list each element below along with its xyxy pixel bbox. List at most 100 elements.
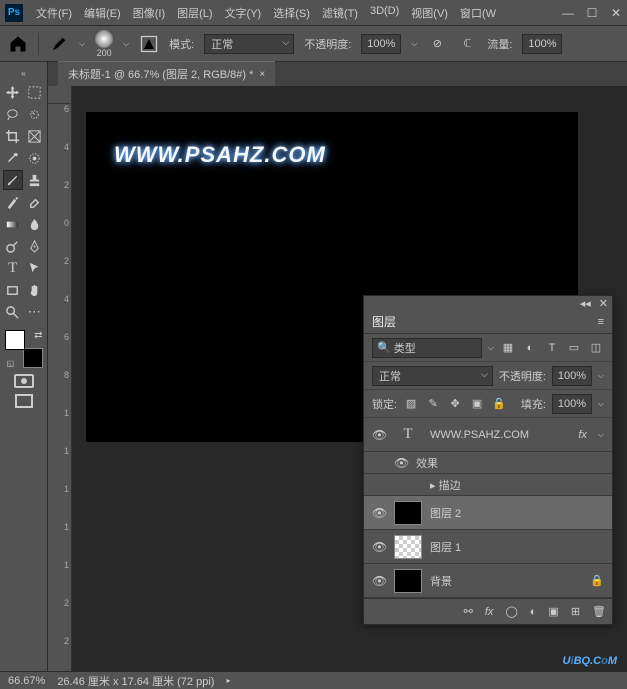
menu-image[interactable]: 图像(I)	[128, 2, 170, 24]
crop-tool[interactable]	[3, 126, 23, 146]
pen-tool[interactable]	[25, 236, 45, 256]
menu-filter[interactable]: 滤镜(T)	[317, 2, 363, 24]
zoom-level[interactable]: 66.67%	[8, 675, 45, 687]
home-icon[interactable]	[8, 34, 28, 54]
layer-mask-icon[interactable]: ◯	[505, 605, 517, 618]
gradient-tool[interactable]	[3, 214, 23, 234]
foreground-color[interactable]	[5, 330, 25, 350]
filter-type-icon[interactable]: T	[544, 341, 560, 355]
path-select-tool[interactable]	[25, 258, 45, 278]
screen-mode-toggle[interactable]	[15, 394, 33, 408]
blend-opacity-row: 正常 不透明度: 100% ⌵	[364, 362, 612, 390]
menu-select[interactable]: 选择(S)	[268, 2, 315, 24]
color-swatches[interactable]: ⇄ ◱	[5, 330, 43, 368]
flow-value[interactable]: 100%	[522, 34, 562, 54]
panel-menu-icon[interactable]: ≡	[598, 316, 604, 328]
marquee-tool[interactable]	[25, 82, 45, 102]
filter-shape-icon[interactable]: ▭	[566, 341, 582, 355]
default-colors-icon[interactable]: ◱	[7, 359, 15, 368]
frame-tool[interactable]	[25, 126, 45, 146]
menu-file[interactable]: 文件(F)	[31, 2, 77, 24]
maximize-button[interactable]: ☐	[586, 7, 598, 19]
toolbox-collapse[interactable]: «	[3, 68, 44, 78]
lock-pixels-icon[interactable]: ✎	[425, 397, 441, 411]
history-brush-tool[interactable]	[3, 192, 23, 212]
panel-close-icon[interactable]: ✕	[599, 297, 608, 310]
quick-select-tool[interactable]	[25, 104, 45, 124]
visibility-toggle[interactable]: 👁	[372, 506, 386, 520]
eyedropper-tool[interactable]	[3, 148, 23, 168]
visibility-toggle[interactable]: 👁	[372, 574, 386, 588]
pressure-opacity-icon[interactable]: ⊘	[427, 34, 447, 54]
tab-close-icon[interactable]: ×	[259, 69, 265, 80]
brush-settings-icon[interactable]	[139, 34, 159, 54]
quick-mask-toggle[interactable]	[14, 374, 34, 388]
swap-colors-icon[interactable]: ⇄	[34, 330, 42, 341]
move-tool[interactable]	[3, 82, 23, 102]
menu-edit[interactable]: 编辑(E)	[79, 2, 126, 24]
layer-filter-type[interactable]: 🔍类型	[372, 338, 482, 358]
layer-effect[interactable]: 👁效果	[364, 452, 612, 474]
group-layers-icon[interactable]: ▣	[548, 605, 558, 618]
lasso-tool[interactable]	[3, 104, 23, 124]
opacity-value[interactable]: 100%	[361, 34, 401, 54]
adjustment-layer-icon[interactable]: ◐	[530, 606, 537, 618]
blur-tool[interactable]	[25, 214, 45, 234]
brush-tool[interactable]	[3, 170, 23, 190]
delete-layer-icon[interactable]: 🗑	[592, 605, 606, 618]
menu-type[interactable]: 文字(Y)	[220, 2, 267, 24]
layer-thumbnail[interactable]	[394, 501, 422, 525]
link-layers-icon[interactable]: ⚯	[464, 605, 473, 618]
document-tab[interactable]: 未标题-1 @ 66.7% (图层 2, RGB/8#) * ×	[58, 61, 275, 86]
filter-smart-icon[interactable]: ◫	[588, 341, 604, 355]
layer-thumbnail[interactable]	[394, 569, 422, 593]
visibility-toggle[interactable]: 👁	[394, 456, 408, 470]
menu-layer[interactable]: 图层(L)	[172, 2, 217, 24]
visibility-toggle[interactable]: 👁	[372, 428, 386, 442]
zoom-tool[interactable]	[3, 302, 23, 322]
lock-artboard-icon[interactable]: ▣	[469, 397, 485, 411]
menu-window[interactable]: 窗口(W	[455, 2, 501, 24]
brush-tool-icon[interactable]	[49, 34, 69, 54]
blend-mode-dropdown[interactable]: 正常	[204, 34, 294, 54]
title-bar: Ps 文件(F) 编辑(E) 图像(I) 图层(L) 文字(Y) 选择(S) 滤…	[0, 0, 627, 26]
brush-preview[interactable]: 200	[95, 30, 113, 58]
layer-opacity-value[interactable]: 100%	[552, 366, 592, 386]
layer-blend-mode[interactable]: 正常	[372, 366, 493, 386]
menu-3d[interactable]: 3D(D)	[365, 2, 404, 24]
vertical-ruler[interactable]: 642024681111122	[48, 104, 72, 671]
layers-tab[interactable]: 图层	[372, 313, 396, 330]
main-menu: 文件(F) 编辑(E) 图像(I) 图层(L) 文字(Y) 选择(S) 滤镜(T…	[31, 2, 562, 24]
lock-all-icon[interactable]: 🔒	[491, 397, 507, 411]
close-button[interactable]: ✕	[610, 7, 622, 19]
spot-heal-tool[interactable]	[25, 148, 45, 168]
visibility-toggle[interactable]: 👁	[372, 540, 386, 554]
layer-item[interactable]: 👁TWWW.PSAHZ.COMfx⌵	[364, 418, 612, 452]
layer-item[interactable]: 👁背景🔒	[364, 564, 612, 598]
eraser-tool[interactable]	[25, 192, 45, 212]
dodge-tool[interactable]	[3, 236, 23, 256]
minimize-button[interactable]: —	[562, 7, 574, 19]
new-layer-icon[interactable]: ⊞	[571, 605, 580, 618]
background-color[interactable]	[23, 348, 43, 368]
type-tool[interactable]: T	[3, 258, 23, 278]
menu-view[interactable]: 视图(V)	[406, 2, 453, 24]
airbrush-icon[interactable]: ℂ	[457, 34, 477, 54]
layer-fx-icon[interactable]: fx	[485, 606, 494, 618]
rectangle-tool[interactable]	[3, 280, 23, 300]
filter-pixel-icon[interactable]: ▦	[500, 341, 516, 355]
layer-effect[interactable]: ▸ 描边	[364, 474, 612, 496]
layer-item[interactable]: 👁图层 2	[364, 496, 612, 530]
lock-transparent-icon[interactable]: ▨	[403, 397, 419, 411]
panel-collapse-icon[interactable]: ◂◂	[580, 297, 591, 310]
layer-fill-value[interactable]: 100%	[552, 394, 592, 414]
extra-tool[interactable]: ⋯	[25, 302, 45, 322]
stamp-tool[interactable]	[25, 170, 44, 190]
lock-position-icon[interactable]: ✥	[447, 397, 463, 411]
ruler-origin[interactable]	[48, 86, 72, 104]
document-info[interactable]: 26.46 厘米 x 17.64 厘米 (72 ppi)	[57, 673, 214, 689]
layer-item[interactable]: 👁图层 1	[364, 530, 612, 564]
hand-tool[interactable]	[25, 280, 45, 300]
layer-thumbnail[interactable]	[394, 535, 422, 559]
filter-adjust-icon[interactable]: ◐	[522, 341, 538, 355]
